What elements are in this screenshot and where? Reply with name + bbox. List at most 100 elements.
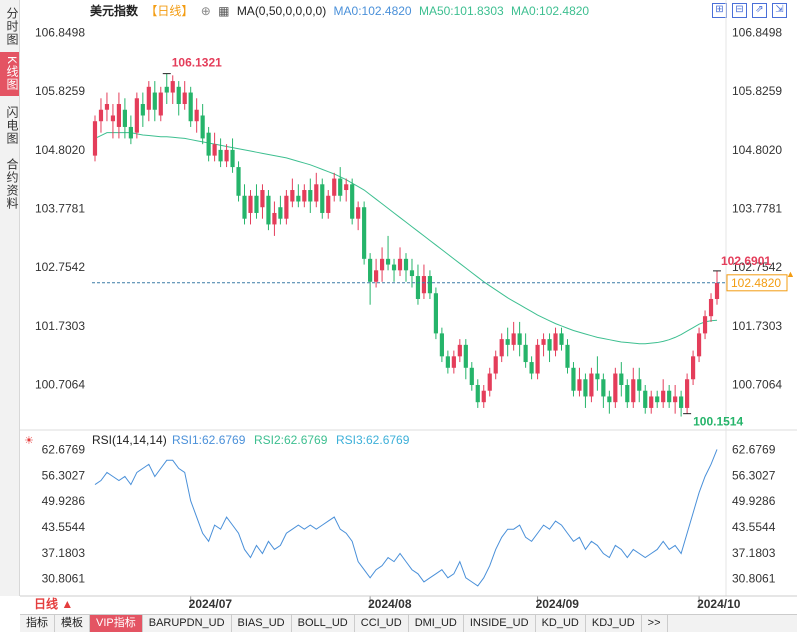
candle: [667, 384, 672, 408]
candle-body: [433, 293, 438, 334]
candle: [702, 310, 708, 340]
candle-body: [655, 396, 660, 403]
period-button[interactable]: 日线 ▲: [20, 596, 88, 613]
candle: [266, 190, 271, 231]
candle: [421, 264, 427, 299]
rsi-tick-right: 56.3027: [732, 468, 776, 482]
candle: [248, 190, 253, 225]
candle-body: [601, 379, 606, 397]
candle: [200, 104, 205, 145]
candle: [254, 184, 259, 219]
indicator-tab[interactable]: BARUPDN_UD: [143, 615, 232, 632]
last-price-label: 102.4820: [731, 276, 781, 290]
indicator-tab[interactable]: KD_UD: [536, 615, 586, 632]
candle: [601, 373, 606, 408]
candle: [98, 98, 104, 133]
x-tick-label: 2024/07: [189, 597, 233, 611]
rsi-line: [94, 449, 718, 587]
rsi-settings-icon[interactable]: ☀: [24, 435, 34, 447]
candle-body: [547, 339, 552, 351]
price-tick-right: 100.7064: [732, 378, 782, 392]
candle-body: [475, 384, 480, 403]
price-tick-left: 105.8259: [35, 84, 85, 98]
candle-body: [487, 373, 492, 391]
candle-body: [427, 276, 433, 294]
indicator-tab[interactable]: >>: [642, 615, 668, 632]
candle: [152, 81, 157, 122]
rsi-title: RSI(14,14,14): [92, 433, 167, 447]
candle-body: [714, 282, 720, 299]
candle: [637, 367, 642, 403]
candle: [475, 379, 480, 408]
candle-body: [499, 339, 504, 357]
candle-body: [415, 276, 421, 299]
candle: [362, 201, 367, 265]
candle-body: [146, 86, 151, 110]
candle-body: [667, 390, 672, 403]
candle-body: [649, 396, 654, 408]
rsi-tick-right: 30.8061: [732, 572, 776, 586]
candle-body: [517, 333, 522, 345]
candle: [308, 178, 313, 213]
candle-body: [308, 190, 313, 202]
candle: [272, 201, 277, 236]
indicator-tab[interactable]: 指标: [20, 615, 55, 632]
candle: [338, 167, 343, 202]
candle: [146, 81, 151, 122]
candle-body: [122, 109, 127, 127]
candle-body: [643, 390, 648, 408]
candle-body: [338, 178, 343, 196]
candle: [397, 247, 403, 277]
candle-body: [116, 104, 122, 127]
candle-body: [421, 276, 427, 294]
chart-area[interactable]: 106.8498 106.8498 105.8259 105.8259 104.8020…: [0, 0, 797, 631]
indicator-tab[interactable]: 模板: [55, 615, 90, 632]
candle-body: [314, 184, 319, 202]
candle: [529, 356, 534, 380]
candle-body: [379, 258, 385, 271]
price-tick-left: 101.7303: [35, 319, 85, 333]
candle-body: [529, 362, 534, 374]
x-tick-label: 2024/10: [697, 597, 741, 611]
candle: [661, 379, 666, 408]
candle: [595, 356, 600, 391]
x-tick-label: 2024/09: [536, 597, 580, 611]
candle: [212, 132, 217, 162]
rsi-tick-left: 37.1803: [42, 546, 86, 560]
price-tick-left: 104.8020: [35, 143, 85, 157]
candle: [92, 115, 98, 162]
indicator-tab[interactable]: KDJ_UD: [586, 615, 642, 632]
indicator-tab[interactable]: DMI_UD: [409, 615, 464, 632]
candle: [176, 81, 181, 116]
candle-body: [439, 333, 444, 357]
candle-body: [391, 264, 397, 271]
price-tick-left: 102.7542: [35, 260, 85, 274]
candle-body: [690, 356, 696, 380]
candle-body: [194, 109, 199, 122]
candle-body: [278, 207, 283, 219]
candle: [284, 190, 289, 225]
candle: [206, 126, 211, 162]
candle: [631, 367, 636, 408]
candle-body: [362, 207, 367, 259]
candle-body: [523, 344, 528, 363]
candle-body: [397, 258, 403, 271]
candle-body: [320, 184, 325, 213]
candle: [415, 264, 421, 305]
indicator-tab[interactable]: BIAS_UD: [232, 615, 292, 632]
indicator-tab[interactable]: INSIDE_UD: [464, 615, 536, 632]
candle-body: [451, 356, 456, 368]
candle: [690, 350, 696, 385]
candle: [332, 172, 337, 202]
candle-body: [182, 92, 187, 105]
candle-body: [595, 373, 600, 380]
candle-body: [110, 115, 116, 122]
indicator-tab[interactable]: VIP指标: [90, 615, 143, 632]
candle-body: [535, 344, 540, 374]
candle: [194, 98, 199, 133]
candle: [583, 373, 588, 408]
indicator-tab[interactable]: BOLL_UD: [292, 615, 355, 632]
candle-body: [98, 109, 104, 122]
indicator-tab[interactable]: CCI_UD: [355, 615, 409, 632]
candle-body: [613, 373, 618, 403]
